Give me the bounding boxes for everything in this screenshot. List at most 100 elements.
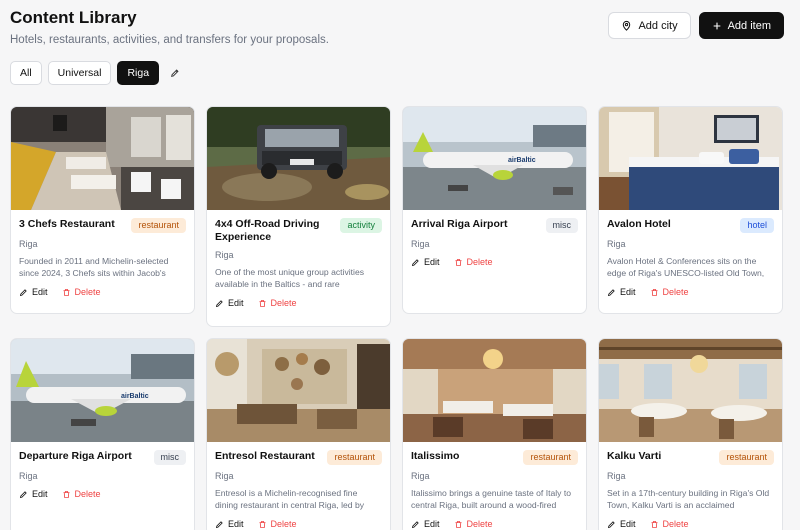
content-card[interactable]: airBaltic Departure Riga Airport misc Ri… (10, 338, 195, 530)
card-image (207, 107, 390, 210)
card-image: airBaltic (11, 339, 194, 442)
card-image (11, 107, 194, 210)
category-badge: activity (340, 218, 382, 233)
pencil-icon (19, 288, 27, 296)
delete-button[interactable]: Delete (650, 287, 689, 297)
card-image (207, 339, 390, 442)
pencil-icon (171, 69, 179, 77)
delete-button[interactable]: Delete (258, 519, 297, 529)
card-image (599, 339, 782, 442)
content-grid: 3 Chefs Restaurant restaurant Riga Found… (10, 106, 784, 530)
edit-button[interactable]: Edit (215, 519, 244, 529)
content-card[interactable]: Entresol Restaurant restaurant Riga Entr… (206, 338, 391, 530)
category-badge: restaurant (523, 450, 578, 465)
plus-icon (713, 22, 720, 29)
page-header: Content Library Hotels, restaurants, act… (10, 8, 329, 46)
trash-icon (259, 299, 266, 307)
delete-button[interactable]: Delete (62, 489, 101, 499)
trash-icon (455, 520, 462, 528)
trash-icon (259, 520, 266, 528)
svg-text:airBaltic: airBaltic (508, 157, 536, 164)
delete-button[interactable]: Delete (650, 519, 689, 529)
card-title: Entresol Restaurant (215, 450, 315, 462)
card-city: Riga (215, 471, 234, 481)
card-description: Italissimo brings a genuine taste of Ita… (411, 488, 572, 510)
card-image (403, 339, 586, 442)
delete-label: Delete (662, 519, 689, 529)
delete-label: Delete (662, 287, 689, 297)
card-title: 4x4 Off-Road Driving Experience (215, 218, 320, 243)
edit-button[interactable]: Edit (607, 287, 636, 297)
trash-icon (651, 520, 658, 528)
delete-label: Delete (270, 298, 297, 308)
map-pin-icon (623, 20, 631, 31)
filter-chip-all[interactable]: All (10, 61, 42, 85)
add-city-button[interactable]: Add city (608, 12, 691, 39)
content-card[interactable]: Avalon Hotel hotel Riga Avalon Hotel & C… (598, 106, 783, 314)
content-card[interactable]: 3 Chefs Restaurant restaurant Riga Found… (10, 106, 195, 314)
card-city: Riga (607, 471, 626, 481)
card-title: Avalon Hotel (607, 218, 671, 230)
trash-icon (63, 288, 70, 296)
card-city: Riga (19, 239, 38, 249)
content-card[interactable]: 4x4 Off-Road Driving Experience activity… (206, 106, 391, 327)
delete-button[interactable]: Delete (454, 519, 493, 529)
delete-label: Delete (466, 257, 493, 267)
add-item-button[interactable]: Add item (698, 12, 784, 39)
card-title: Arrival Riga Airport (411, 218, 508, 230)
add-city-label: Add city (638, 19, 678, 32)
card-title: 3 Chefs Restaurant (19, 218, 115, 230)
card-city: Riga (411, 239, 430, 249)
card-title: Departure Riga Airport (19, 450, 132, 462)
category-badge: misc (545, 218, 578, 233)
edit-label: Edit (228, 298, 244, 308)
edit-label: Edit (424, 519, 440, 529)
edit-button[interactable]: Edit (215, 298, 244, 308)
content-card[interactable]: Kalku Varti restaurant Riga Set in a 17t… (598, 338, 783, 530)
trash-icon (63, 490, 70, 498)
pencil-icon (19, 490, 27, 498)
edit-button[interactable]: Edit (411, 257, 440, 267)
pencil-icon (215, 520, 223, 528)
card-description: One of the most unique group activities … (215, 267, 365, 289)
delete-button[interactable]: Delete (62, 287, 101, 297)
card-description: Set in a 17th-century building in Riga's… (607, 488, 770, 510)
category-badge: restaurant (719, 450, 774, 465)
card-title: Italissimo (411, 450, 460, 462)
page-title: Content Library (10, 8, 137, 27)
category-badge: restaurant (327, 450, 382, 465)
edit-label: Edit (620, 287, 636, 297)
delete-button[interactable]: Delete (454, 257, 493, 267)
pencil-icon (607, 288, 615, 296)
filter-chip-riga[interactable]: Riga (117, 61, 160, 85)
card-description: Avalon Hotel & Conferences sits on the e… (607, 256, 765, 278)
edit-label: Edit (424, 257, 440, 267)
filter-chip-universal[interactable]: Universal (47, 61, 112, 85)
delete-button[interactable]: Delete (258, 298, 297, 308)
city-filter-bar: All Universal Riga (10, 61, 183, 85)
content-card[interactable]: Italissimo restaurant Riga Italissimo br… (402, 338, 587, 530)
card-city: Riga (19, 471, 38, 481)
content-card[interactable]: airBaltic Arrival Riga Airport misc Riga… (402, 106, 587, 314)
edit-label: Edit (32, 489, 48, 499)
delete-label: Delete (74, 489, 101, 499)
edit-label: Edit (228, 519, 244, 529)
edit-button[interactable]: Edit (607, 519, 636, 529)
category-badge: misc (153, 450, 186, 465)
edit-button[interactable]: Edit (19, 489, 48, 499)
trash-icon (651, 288, 658, 296)
edit-button[interactable]: Edit (411, 519, 440, 529)
edit-button[interactable]: Edit (19, 287, 48, 297)
pencil-icon (215, 299, 223, 307)
edit-city-button[interactable] (167, 65, 183, 81)
card-description: Founded in 2011 and Michelin-selected si… (19, 256, 169, 278)
trash-icon (455, 258, 462, 266)
card-city: Riga (411, 471, 430, 481)
edit-label: Edit (620, 519, 636, 529)
card-image (599, 107, 782, 210)
card-title: Kalku Varti (607, 450, 662, 462)
category-badge: hotel (740, 218, 774, 233)
card-city: Riga (607, 239, 626, 249)
delete-label: Delete (74, 287, 101, 297)
pencil-icon (607, 520, 615, 528)
